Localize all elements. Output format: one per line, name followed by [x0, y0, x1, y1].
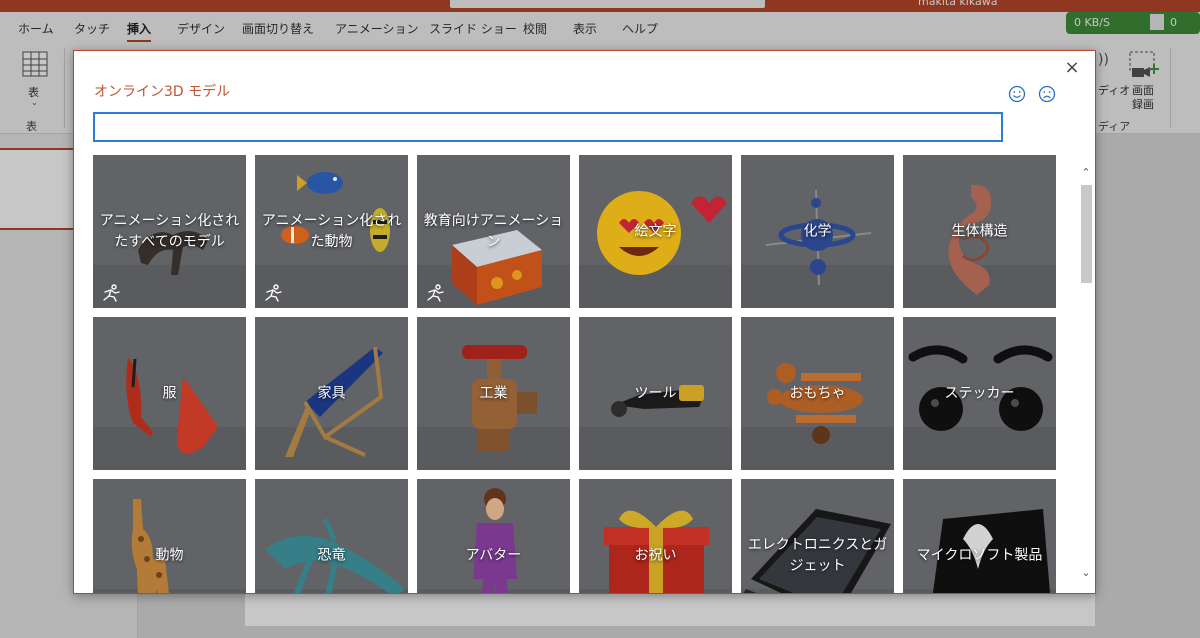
category-thumbnail-image	[417, 479, 570, 593]
category-tile[interactable]: 恐竜	[255, 479, 408, 593]
category-label: 教育向けアニメーション	[423, 212, 564, 250]
category-tile[interactable]: 動物	[93, 479, 246, 593]
category-label: おもちゃ	[789, 385, 846, 401]
category-tile[interactable]: マイクロソフト製品	[903, 479, 1056, 593]
category-tile[interactable]: 家具	[255, 317, 408, 470]
animated-running-icon	[103, 284, 120, 302]
category-tile[interactable]: お祝い	[579, 479, 732, 593]
category-thumbnail-image	[903, 479, 1056, 593]
vertical-scrollbar[interactable]: ⌃ ⌄	[1077, 155, 1095, 587]
category-tile[interactable]: ステッカー	[903, 317, 1056, 470]
category-label: 工業	[479, 385, 508, 401]
animated-running-icon	[427, 284, 444, 302]
smile-feedback-icon[interactable]	[1008, 85, 1026, 103]
category-tile[interactable]: 服	[93, 317, 246, 470]
category-tile[interactable]: 化学	[741, 155, 894, 308]
category-tile[interactable]: エレクトロニクスとガジェット	[741, 479, 894, 593]
category-label: 生体構造	[951, 223, 1008, 239]
category-thumbnail-image	[255, 479, 408, 593]
category-label: ステッカー	[944, 385, 1015, 401]
category-tile[interactable]: 絵文字	[579, 155, 732, 308]
scroll-down-arrow-icon[interactable]: ⌄	[1077, 565, 1095, 581]
category-label: お祝い	[634, 547, 677, 563]
category-label: 恐竜	[317, 547, 346, 563]
scroll-up-arrow-icon[interactable]: ⌃	[1077, 165, 1095, 181]
category-label: エレクトロニクスとガジェット	[747, 536, 888, 574]
category-label: 化学	[803, 223, 832, 239]
category-tile[interactable]: ツール	[579, 317, 732, 470]
category-thumbnail-image	[93, 479, 246, 593]
category-grid: アニメーション化されたすべてのモデル アニメーション化された動物 教育向けアニメーシ…	[93, 155, 1059, 593]
close-button[interactable]: ×	[1061, 57, 1083, 79]
category-thumbnail-image	[579, 479, 732, 593]
category-tile[interactable]: 生体構造	[903, 155, 1056, 308]
category-label: アバター	[465, 547, 522, 563]
category-label: 家具	[317, 385, 346, 401]
category-label: 服	[162, 385, 177, 401]
online-3d-models-dialog: × オンライン3D モデル アニメーション化されたすべてのモデル アニメーション化…	[73, 50, 1096, 594]
category-tile[interactable]: おもちゃ	[741, 317, 894, 470]
category-label: アニメーション化された動物	[261, 212, 402, 250]
category-tile[interactable]: 工業	[417, 317, 570, 470]
category-label: マイクロソフト製品	[916, 547, 1043, 563]
dialog-title: オンライン3D モデル	[94, 84, 231, 100]
category-tile[interactable]: アバター	[417, 479, 570, 593]
category-label: ツール	[634, 385, 677, 401]
category-label: 絵文字	[634, 223, 677, 239]
search-input[interactable]	[93, 112, 1003, 142]
category-tile[interactable]: アニメーション化された動物	[255, 155, 408, 308]
category-label: アニメーション化されたすべてのモデル	[99, 212, 240, 250]
animated-running-icon	[265, 284, 282, 302]
category-tile[interactable]: 教育向けアニメーション	[417, 155, 570, 308]
category-label: 動物	[155, 547, 184, 563]
category-tile[interactable]: アニメーション化されたすべてのモデル	[93, 155, 246, 308]
scroll-thumb[interactable]	[1081, 185, 1092, 283]
frown-feedback-icon[interactable]	[1038, 85, 1056, 103]
